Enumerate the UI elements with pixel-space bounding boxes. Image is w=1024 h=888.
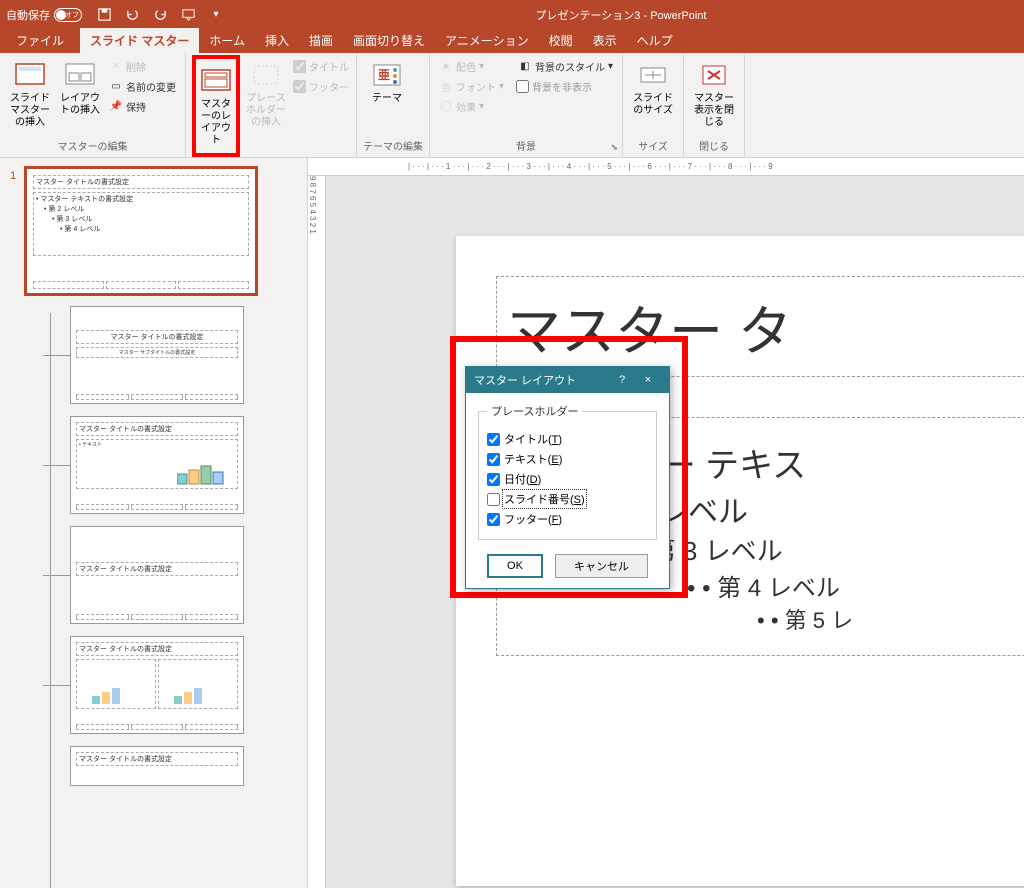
bg-styles-icon: ◧ <box>518 60 532 74</box>
master-number: 1 <box>10 166 24 182</box>
delete-button: ✕削除 <box>106 58 179 75</box>
toggle-switch-icon: オフ <box>54 8 82 22</box>
master-thumbnail[interactable]: マスター タイトルの書式設定 • マスター テキストの書式設定 • 第 2 レベ… <box>24 166 258 296</box>
colors-button: ■配色 ▾ <box>436 58 507 75</box>
checkbox-title[interactable]: タイトル(T) <box>487 431 648 447</box>
rename-icon: ▭ <box>109 80 123 94</box>
theme-button[interactable]: 亜 テーマ <box>363 55 411 109</box>
titlebar: 自動保存 オフ ▾ プレゼンテーション3 - PowerPoint <box>0 0 1024 29</box>
tab-view[interactable]: 表示 <box>583 28 627 53</box>
group-label-close: 閉じる <box>690 136 738 157</box>
tab-review[interactable]: 校閲 <box>539 28 583 53</box>
insert-placeholder-button: プレースホルダーの挿入 <box>242 55 290 133</box>
checkbox-footer[interactable]: フッター(F) <box>487 511 648 527</box>
group-master-layout: マスターのレイアウト プレースホルダーの挿入 タイトル フッター マスター レイ… <box>186 53 357 157</box>
slide-master-icon <box>14 59 46 91</box>
title-checkbox: タイトル <box>292 58 350 75</box>
group-background: ■配色 ▾ 亜フォント ▾ ◯効果 ▾ ◧背景のスタイル ▾ 背景を非表示 背景… <box>430 53 623 157</box>
layout-thumbnail-2[interactable]: マスター タイトルの書式設定 • テキスト <box>70 416 244 514</box>
tab-slide-master[interactable]: スライド マスター <box>80 28 199 53</box>
layout-thumbnail-3[interactable]: マスター タイトルの書式設定 <box>70 526 244 624</box>
autosave-toggle[interactable]: 自動保存 オフ <box>6 7 82 23</box>
quick-access-toolbar: ▾ <box>96 7 224 23</box>
group-edit-master: スライド マスターの挿入 レイアウトの挿入 ✕削除 ▭名前の変更 📌保持 マスタ… <box>0 53 186 157</box>
colors-icon: ■ <box>439 60 453 74</box>
slideshow-icon[interactable] <box>180 7 196 23</box>
placeholder-fieldset: プレースホルダー タイトル(T) テキスト(E) 日付(D) スライド番号(S)… <box>478 403 657 540</box>
thumbnail-panel[interactable]: 1 マスター タイトルの書式設定 • マスター テキストの書式設定 • 第 2 … <box>0 158 308 888</box>
checkbox-date[interactable]: 日付(D) <box>487 471 648 487</box>
close-icon <box>698 59 730 91</box>
tab-home[interactable]: ホーム <box>199 28 255 53</box>
layout-insert-icon <box>64 59 96 91</box>
checkbox-text[interactable]: テキスト(E) <box>487 451 648 467</box>
ribbon-tabs: ファイル スライド マスター ホーム 挿入 描画 画面切り替え アニメーション … <box>0 29 1024 53</box>
tree-connector <box>50 313 51 888</box>
group-label-background: 背景⬊ <box>436 136 616 157</box>
placeholder-legend: プレースホルダー <box>487 403 582 419</box>
svg-text:亜: 亜 <box>378 68 390 82</box>
dialog-titlebar[interactable]: マスター レイアウト ? × <box>466 367 669 393</box>
dialog-help-button[interactable]: ? <box>609 374 635 386</box>
effects-icon: ◯ <box>439 100 453 114</box>
tab-file[interactable]: ファイル <box>6 28 80 53</box>
footer-checkbox: フッター <box>292 78 350 95</box>
autosave-label: 自動保存 <box>6 7 50 23</box>
window-title: プレゼンテーション3 - PowerPoint <box>224 7 1018 23</box>
horizontal-ruler[interactable]: | · · · | · · · 1 · · · | · · · 2 · · · … <box>308 158 1024 176</box>
effects-button: ◯効果 ▾ <box>436 98 507 115</box>
slide-size-icon <box>637 59 669 91</box>
insert-layout-button[interactable]: レイアウトの挿入 <box>56 55 104 121</box>
layout-thumbnail-5[interactable]: マスター タイトルの書式設定 <box>70 746 244 786</box>
theme-icon: 亜 <box>371 59 403 91</box>
delete-icon: ✕ <box>109 60 123 74</box>
tab-help[interactable]: ヘルプ <box>627 28 683 53</box>
dialog-title: マスター レイアウト <box>474 372 576 388</box>
tab-animations[interactable]: アニメーション <box>435 28 539 53</box>
master-layout-dialog: マスター レイアウト ? × プレースホルダー タイトル(T) テキスト(E) … <box>465 366 670 589</box>
tab-draw[interactable]: 描画 <box>299 28 343 53</box>
bg-styles-button[interactable]: ◧背景のスタイル ▾ <box>515 58 616 75</box>
group-edit-theme: 亜 テーマ テーマの編集 <box>357 53 430 157</box>
group-size: スライドのサイズ サイズ <box>623 53 684 157</box>
tab-insert[interactable]: 挿入 <box>255 28 299 53</box>
undo-icon[interactable] <box>124 7 140 23</box>
preserve-icon: 📌 <box>109 100 123 114</box>
fonts-icon: 亜 <box>439 80 453 94</box>
ribbon: スライド マスターの挿入 レイアウトの挿入 ✕削除 ▭名前の変更 📌保持 マスタ… <box>0 53 1024 158</box>
insert-slide-master-button[interactable]: スライド マスターの挿入 <box>6 55 54 133</box>
group-close: マスター表示を閉じる 閉じる <box>684 53 745 157</box>
group-label-theme: テーマの編集 <box>363 136 423 157</box>
close-master-button[interactable]: マスター表示を閉じる <box>690 55 738 133</box>
placeholder-icon <box>250 59 282 91</box>
redo-icon[interactable] <box>152 7 168 23</box>
slide-size-button[interactable]: スライドのサイズ <box>629 55 677 121</box>
layout-thumbnail-4[interactable]: マスター タイトルの書式設定 <box>70 636 244 734</box>
cancel-button[interactable]: キャンセル <box>555 554 648 578</box>
group-label-size: サイズ <box>629 136 677 157</box>
bg-launcher-icon[interactable]: ⬊ <box>611 142 619 153</box>
master-layout-button[interactable]: マスターのレイアウト <box>192 55 240 157</box>
hide-bg-checkbox[interactable]: 背景を非表示 <box>515 78 616 95</box>
checkbox-slide-number[interactable]: スライド番号(S) <box>487 491 648 507</box>
layout-thumbnail-1[interactable]: マスター タイトルの書式設定 マスター サブタイトルの書式設定 <box>70 306 244 404</box>
rename-button[interactable]: ▭名前の変更 <box>106 78 179 95</box>
save-icon[interactable] <box>96 7 112 23</box>
preserve-button[interactable]: 📌保持 <box>106 98 179 115</box>
master-layout-icon <box>200 65 232 97</box>
qat-dropdown-icon[interactable]: ▾ <box>208 7 224 23</box>
group-label-edit-master: マスターの編集 <box>6 136 179 157</box>
ok-button[interactable]: OK <box>487 554 543 578</box>
dialog-close-button[interactable]: × <box>635 374 661 386</box>
vertical-ruler[interactable]: 9 8 7 6 5 4 3 2 1 <box>308 176 326 888</box>
tab-transitions[interactable]: 画面切り替え <box>343 28 435 53</box>
fonts-button: 亜フォント ▾ <box>436 78 507 95</box>
